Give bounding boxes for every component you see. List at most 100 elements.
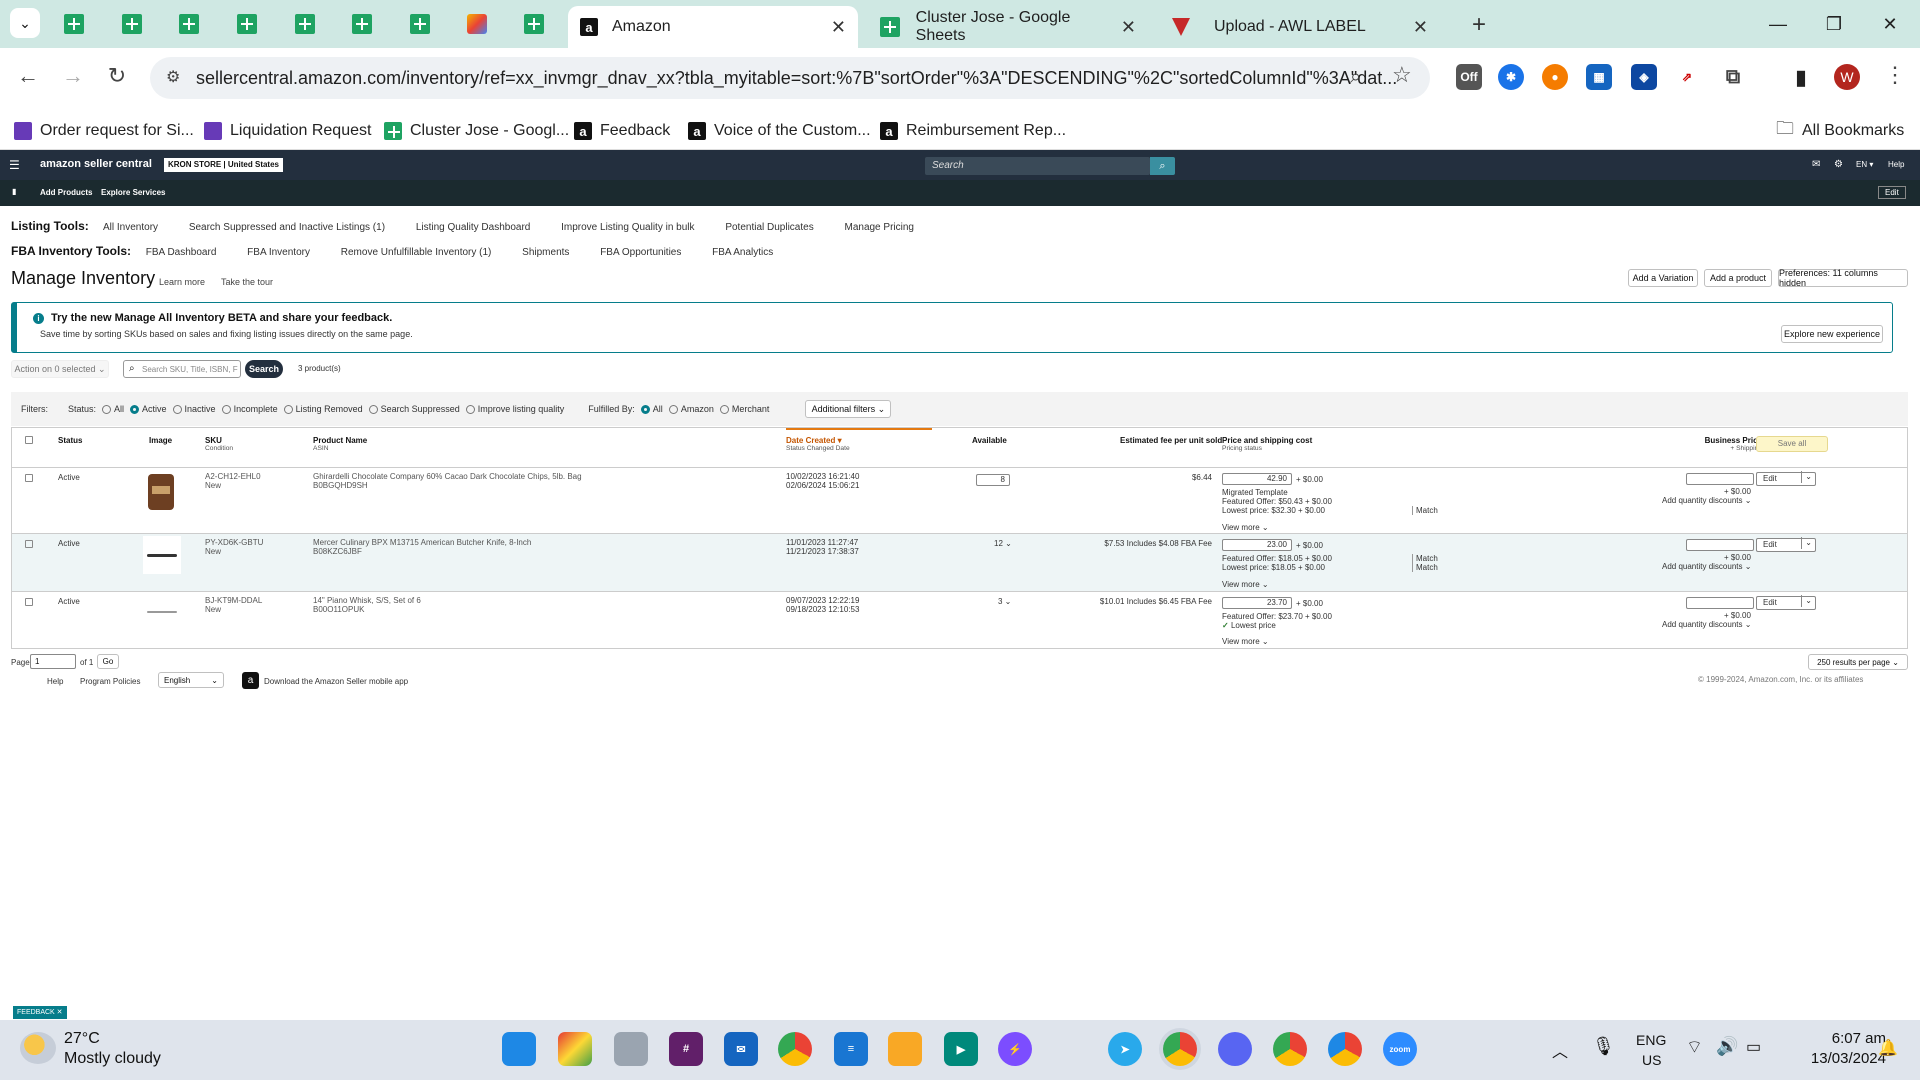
match-link[interactable]: Match Match bbox=[1412, 554, 1438, 572]
bookmark-icon[interactable]: ▮ bbox=[12, 187, 16, 196]
status-removed-radio[interactable]: Listing Removed bbox=[283, 404, 363, 415]
row-product-name[interactable]: Mercer Culinary BPX M13715 American Butc… bbox=[313, 538, 531, 556]
seller-search-icon[interactable]: ⌕ bbox=[1150, 157, 1175, 175]
pinned-sheet-tab-2[interactable] bbox=[110, 6, 154, 42]
settings-gear-icon[interactable]: ⚙ bbox=[1834, 159, 1843, 170]
add-product-button[interactable]: Add a product bbox=[1704, 269, 1772, 287]
close-icon[interactable]: ✕ bbox=[1413, 17, 1428, 38]
microphone-icon[interactable]: 🎙 bbox=[1592, 1036, 1615, 1057]
all-inventory-link[interactable]: All Inventory bbox=[103, 222, 158, 233]
suppressed-listings-link[interactable]: Search Suppressed and Inactive Listings … bbox=[189, 222, 385, 233]
pinned-sheet-tab-1[interactable] bbox=[52, 6, 96, 42]
pinned-sheet-tab-6[interactable] bbox=[340, 6, 384, 42]
slack-icon[interactable]: # bbox=[669, 1032, 703, 1066]
take-tour-link[interactable]: Take the tour bbox=[221, 277, 273, 287]
add-quantity-discounts-link[interactable]: Add quantity discounts ⌄ bbox=[1662, 562, 1751, 571]
seller-central-logo[interactable]: amazon seller central bbox=[40, 158, 152, 170]
add-variation-button[interactable]: Add a Variation bbox=[1628, 269, 1698, 287]
telegram-icon[interactable]: ➤ bbox=[1108, 1032, 1142, 1066]
pinned-sheet-tab-4[interactable] bbox=[225, 6, 269, 42]
discord-icon[interactable] bbox=[1218, 1032, 1252, 1066]
store-selector[interactable]: KRON STORE | United States bbox=[164, 158, 283, 172]
status-active-radio[interactable]: Active bbox=[130, 404, 167, 415]
additional-filters-button[interactable]: Additional filters ⌄ bbox=[805, 400, 892, 418]
edit-button[interactable]: Edit bbox=[1756, 595, 1816, 610]
seller-search-input[interactable]: Search bbox=[925, 157, 1150, 175]
price-input[interactable]: 23.70 bbox=[1222, 597, 1292, 609]
listing-quality-link[interactable]: Listing Quality Dashboard bbox=[416, 222, 531, 233]
reload-button[interactable]: ↻ bbox=[97, 56, 137, 96]
language-selector[interactable]: EN ▾ bbox=[1856, 160, 1873, 169]
battery-icon[interactable]: ▭ bbox=[1746, 1037, 1761, 1057]
forward-button[interactable]: → bbox=[53, 56, 93, 96]
bookmark-voice[interactable]: a Voice of the Custom... bbox=[688, 118, 871, 144]
zoom-icon[interactable]: ⌕ bbox=[1350, 66, 1361, 89]
page-number-input[interactable]: 1 bbox=[30, 654, 76, 669]
improve-quality-link[interactable]: Improve Listing Quality in bulk bbox=[561, 222, 694, 233]
col-available[interactable]: Available bbox=[972, 436, 1007, 445]
view-more-link[interactable]: View more ⌄ bbox=[1222, 523, 1269, 532]
page-go-button[interactable]: Go bbox=[97, 654, 119, 669]
product-image-chocolate[interactable] bbox=[148, 474, 174, 510]
weather-temp[interactable]: 27°C bbox=[64, 1030, 100, 1048]
status-all-radio[interactable]: All bbox=[102, 404, 124, 415]
col-date-created[interactable]: Date Created ▾ Status Changed Date bbox=[786, 436, 850, 452]
weather-icon[interactable] bbox=[20, 1032, 56, 1064]
match-link[interactable]: Match bbox=[1412, 506, 1438, 515]
fulfilled-all-radio[interactable]: All bbox=[640, 404, 663, 415]
pinned-pen-tab[interactable] bbox=[455, 6, 499, 42]
results-per-page-select[interactable]: 250 results per page ⌄ bbox=[1808, 654, 1908, 670]
shipments-link[interactable]: Shipments bbox=[522, 247, 569, 258]
tab-search-button[interactable]: ⌄ bbox=[10, 8, 40, 38]
browser-menu-icon[interactable]: ⋮ bbox=[1884, 62, 1906, 88]
row-product-name[interactable]: 14" Piano Whisk, S/S, Set of 6 B00O11OPUK bbox=[313, 596, 421, 614]
business-price-input[interactable] bbox=[1686, 473, 1754, 485]
chrome-active-icon[interactable] bbox=[1163, 1032, 1197, 1066]
row-available[interactable]: 12 ⌄ bbox=[994, 539, 1012, 548]
status-suppressed-radio[interactable]: Search Suppressed bbox=[368, 404, 460, 415]
status-incomplete-radio[interactable]: Incomplete bbox=[221, 404, 278, 415]
fulfilled-merchant-radio[interactable]: Merchant bbox=[719, 404, 769, 415]
minimize-button[interactable]: — bbox=[1750, 0, 1806, 48]
preferences-button[interactable]: Preferences: 11 columns hidden bbox=[1778, 268, 1908, 288]
col-price[interactable]: Price and shipping cost Pricing status bbox=[1222, 436, 1312, 452]
address-bar[interactable]: ⚙ sellercentral.amazon.com/inventory/ref… bbox=[150, 57, 1430, 99]
chrome-profile-2-icon[interactable] bbox=[1328, 1032, 1362, 1066]
program-policies-link[interactable]: Program Policies bbox=[80, 677, 140, 686]
pinned-sheet-tab-8[interactable] bbox=[512, 6, 556, 42]
bookmark-reimbursement[interactable]: a Reimbursement Rep... bbox=[880, 118, 1066, 144]
add-products-link[interactable]: Add Products bbox=[40, 188, 92, 197]
product-image-whisk[interactable] bbox=[143, 598, 181, 628]
notification-bell-icon[interactable]: 🔔 bbox=[1878, 1038, 1898, 1058]
feedback-button[interactable]: FEEDBACK ✕ bbox=[13, 1006, 67, 1019]
wifi-icon[interactable]: ⌔ bbox=[1686, 1036, 1703, 1059]
inventory-search-button[interactable]: Search bbox=[245, 360, 283, 378]
business-price-input[interactable] bbox=[1686, 539, 1754, 551]
business-price-input[interactable] bbox=[1686, 597, 1754, 609]
price-input[interactable]: 23.00 bbox=[1222, 539, 1292, 551]
fba-inventory-link[interactable]: FBA Inventory bbox=[247, 247, 310, 258]
bookmark-order-request[interactable]: Order request for Si... bbox=[14, 118, 194, 144]
row-checkbox[interactable] bbox=[25, 474, 33, 482]
close-icon[interactable]: ✕ bbox=[1121, 17, 1136, 38]
learn-more-link[interactable]: Learn more bbox=[159, 277, 205, 287]
profile-avatar[interactable]: W bbox=[1834, 64, 1860, 90]
fba-analytics-link[interactable]: FBA Analytics bbox=[712, 247, 773, 258]
tray-overflow-icon[interactable]: ︿ bbox=[1552, 1038, 1568, 1062]
copilot-icon[interactable] bbox=[558, 1032, 592, 1066]
col-business-price[interactable]: Business Price + Shipping bbox=[1682, 436, 1762, 452]
extension-icon-3[interactable]: ▦ bbox=[1586, 64, 1612, 90]
mail-app-icon[interactable]: ✉ bbox=[724, 1032, 758, 1066]
coupon-extension-icon[interactable]: Off bbox=[1456, 64, 1482, 90]
add-quantity-discounts-link[interactable]: Add quantity discounts ⌄ bbox=[1662, 620, 1751, 629]
col-product-name[interactable]: Product Name ASIN bbox=[313, 436, 367, 452]
start-windows-icon[interactable] bbox=[502, 1032, 536, 1066]
potential-duplicates-link[interactable]: Potential Duplicates bbox=[725, 222, 813, 233]
side-panel-icon[interactable]: ▮ bbox=[1788, 64, 1814, 90]
lang-bottom[interactable]: US bbox=[1642, 1052, 1661, 1068]
product-image-knife[interactable] bbox=[143, 536, 181, 574]
price-input[interactable]: 42.90 bbox=[1222, 473, 1292, 485]
language-select[interactable]: English ⌄ bbox=[158, 672, 224, 688]
fba-opportunities-link[interactable]: FBA Opportunities bbox=[600, 247, 681, 258]
meet-icon[interactable]: ▶ bbox=[944, 1032, 978, 1066]
